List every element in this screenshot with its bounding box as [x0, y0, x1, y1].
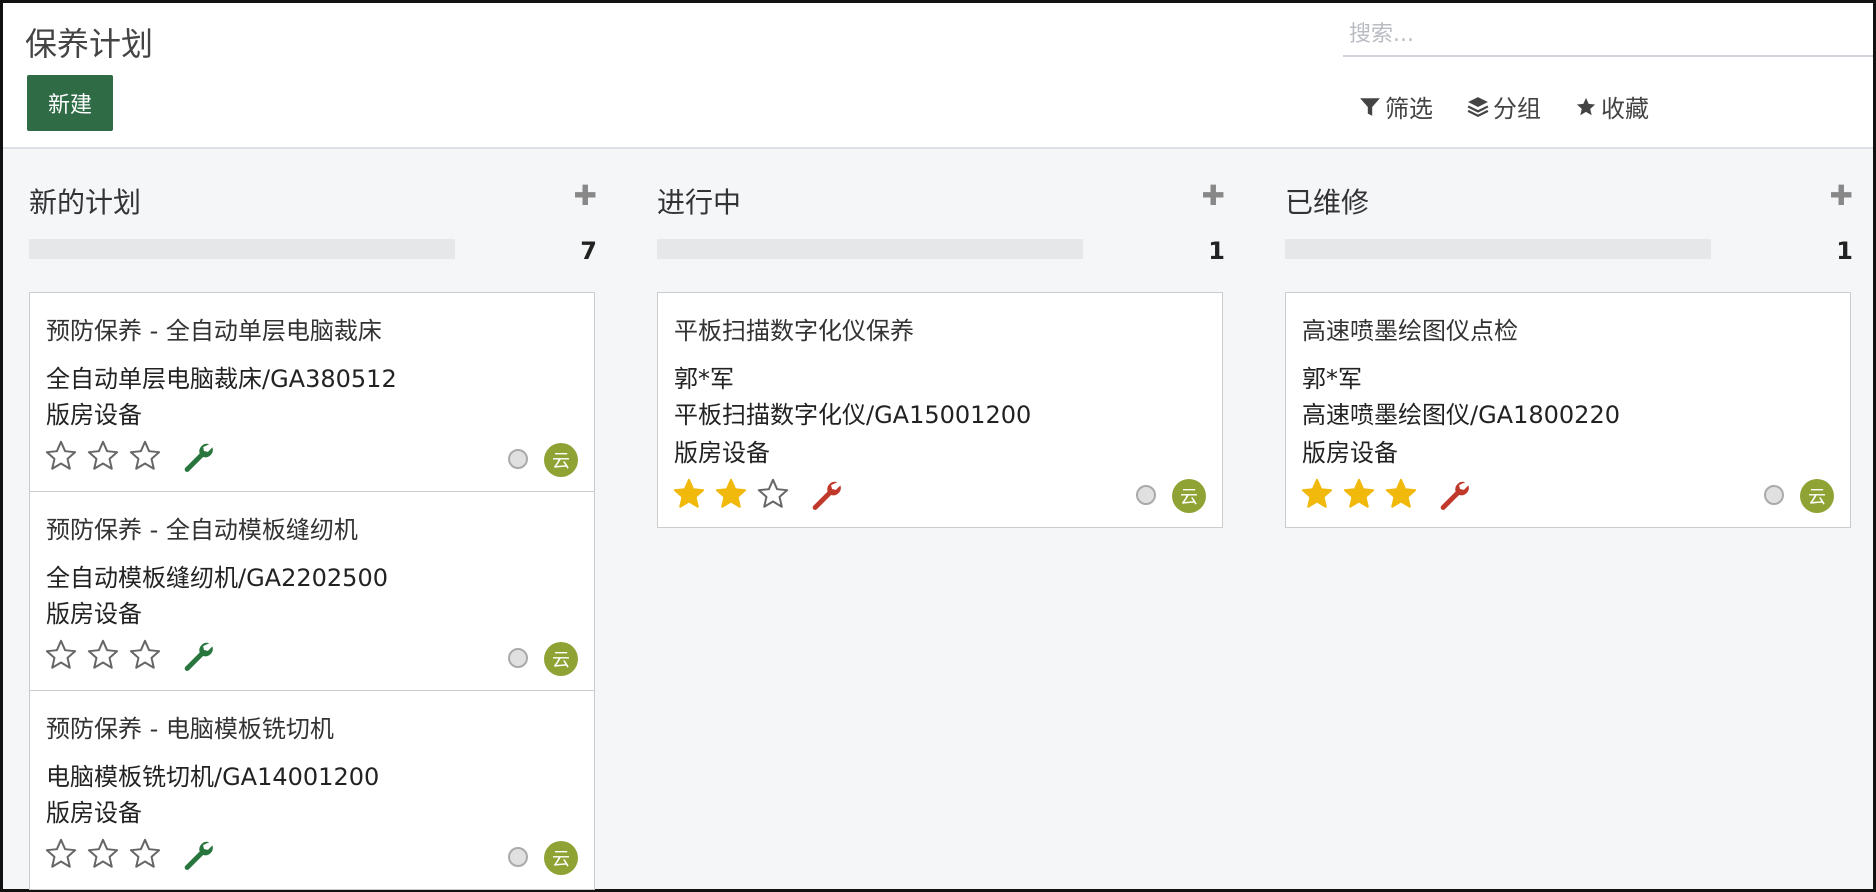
wrench-icon	[812, 481, 841, 510]
priority-widget[interactable]	[44, 837, 162, 871]
star-icon	[1576, 97, 1596, 115]
priority-widget[interactable]	[672, 477, 790, 511]
avatar[interactable]: 云	[544, 841, 578, 875]
avatar[interactable]: 云	[544, 642, 578, 676]
priority-star-icon[interactable]	[128, 837, 162, 871]
column-title: 进行中	[657, 186, 742, 219]
priority-star-icon[interactable]	[756, 477, 790, 511]
card-equipment: 全自动模板缝纫机/GA2202500	[46, 564, 388, 592]
column-header: 新的计划 ✚	[27, 179, 597, 221]
kanban-state-dot[interactable]	[1764, 485, 1784, 505]
priority-star-icon[interactable]	[86, 837, 120, 871]
kanban-state-dot[interactable]	[508, 847, 528, 867]
wrench-icon	[184, 642, 213, 671]
card-technician: 郭*军	[674, 365, 734, 393]
priority-star-icon[interactable]	[672, 477, 706, 511]
wrench-icon	[1440, 481, 1469, 510]
priority-star-icon[interactable]	[44, 837, 78, 871]
card-category: 版房设备	[46, 401, 142, 429]
wrench-icon	[184, 443, 213, 472]
card-category: 版房设备	[46, 799, 142, 827]
priority-star-icon[interactable]	[1384, 477, 1418, 511]
card-equipment: 电脑模板铣切机/GA14001200	[46, 763, 380, 791]
column-count: 7	[580, 237, 597, 265]
kanban-column: 新的计划 ✚ 7 预防保养 - 全自动单层电脑裁床 全自动单层电脑裁床/GA38…	[27, 147, 597, 892]
column-progress-bar[interactable]	[657, 239, 1083, 259]
kanban-column: 进行中 ✚ 1 平板扫描数字化仪保养 郭*军 平板扫描数字化仪/GA150012…	[655, 147, 1225, 892]
priority-widget[interactable]	[1300, 477, 1418, 511]
kanban-state-dot[interactable]	[508, 648, 528, 668]
kanban-card[interactable]: 预防保养 - 全自动单层电脑裁床 全自动单层电脑裁床/GA380512 版房设备…	[29, 292, 595, 492]
priority-star-icon[interactable]	[44, 439, 78, 473]
priority-widget[interactable]	[44, 638, 162, 672]
control-panel: 保养计划 新建 筛选 分组 收藏	[3, 3, 1873, 149]
column-header: 已维修 ✚	[1283, 179, 1853, 221]
card-title: 预防保养 - 电脑模板铣切机	[46, 715, 334, 743]
priority-star-icon[interactable]	[1342, 477, 1376, 511]
quick-create-plus-icon[interactable]: ✚	[1202, 179, 1225, 212]
card-equipment: 高速喷墨绘图仪/GA1800220	[1302, 401, 1620, 429]
priority-star-icon[interactable]	[128, 439, 162, 473]
column-count: 1	[1208, 237, 1225, 265]
column-progress-bar[interactable]	[29, 239, 455, 259]
card-title: 预防保养 - 全自动模板缝纫机	[46, 516, 358, 544]
card-category: 版房设备	[674, 439, 770, 467]
kanban-column: 已维修 ✚ 1 高速喷墨绘图仪点检 郭*军 高速喷墨绘图仪/GA1800220 …	[1283, 147, 1853, 892]
kanban-card[interactable]: 平板扫描数字化仪保养 郭*军 平板扫描数字化仪/GA15001200 版房设备 …	[657, 292, 1223, 528]
group-by-button[interactable]: 分组	[1467, 89, 1541, 124]
filter-button[interactable]: 筛选	[1359, 89, 1433, 124]
group-by-label: 分组	[1493, 95, 1541, 123]
priority-star-icon[interactable]	[128, 638, 162, 672]
new-button[interactable]: 新建	[27, 75, 113, 131]
column-title: 已维修	[1285, 186, 1370, 219]
kanban-board: 新的计划 ✚ 7 预防保养 - 全自动单层电脑裁床 全自动单层电脑裁床/GA38…	[27, 147, 1873, 892]
page-title: 保养计划	[25, 25, 154, 63]
kanban-card[interactable]: 预防保养 - 全自动模板缝纫机 全自动模板缝纫机/GA2202500 版房设备 …	[29, 491, 595, 691]
card-category: 版房设备	[1302, 439, 1398, 467]
quick-create-plus-icon[interactable]: ✚	[574, 179, 597, 212]
card-title: 高速喷墨绘图仪点检	[1302, 317, 1518, 345]
avatar[interactable]: 云	[1800, 479, 1834, 513]
filter-icon	[1360, 97, 1380, 116]
favorites-label: 收藏	[1601, 95, 1649, 123]
card-title: 平板扫描数字化仪保养	[674, 317, 914, 345]
layers-icon	[1467, 96, 1489, 117]
priority-star-icon[interactable]	[714, 477, 748, 511]
column-header: 进行中 ✚	[655, 179, 1225, 221]
card-technician: 郭*军	[1302, 365, 1362, 393]
filter-label: 筛选	[1385, 95, 1433, 123]
priority-star-icon[interactable]	[86, 439, 120, 473]
avatar[interactable]: 云	[544, 443, 578, 477]
column-count: 1	[1836, 237, 1853, 265]
kanban-card[interactable]: 预防保养 - 电脑模板铣切机 电脑模板铣切机/GA14001200 版房设备 云	[29, 690, 595, 890]
avatar[interactable]: 云	[1172, 479, 1206, 513]
search-options: 筛选 分组 收藏	[1359, 89, 1649, 124]
favorites-button[interactable]: 收藏	[1575, 89, 1649, 124]
card-equipment: 全自动单层电脑裁床/GA380512	[46, 365, 397, 393]
card-title: 预防保养 - 全自动单层电脑裁床	[46, 317, 382, 345]
priority-star-icon[interactable]	[44, 638, 78, 672]
card-equipment: 平板扫描数字化仪/GA15001200	[674, 401, 1032, 429]
kanban-state-dot[interactable]	[508, 449, 528, 469]
column-title: 新的计划	[29, 186, 142, 219]
card-category: 版房设备	[46, 600, 142, 628]
wrench-icon	[184, 841, 213, 870]
quick-create-plus-icon[interactable]: ✚	[1830, 179, 1853, 212]
kanban-state-dot[interactable]	[1136, 485, 1156, 505]
priority-star-icon[interactable]	[86, 638, 120, 672]
priority-widget[interactable]	[44, 439, 162, 473]
priority-star-icon[interactable]	[1300, 477, 1334, 511]
kanban-card[interactable]: 高速喷墨绘图仪点检 郭*军 高速喷墨绘图仪/GA1800220 版房设备 云	[1285, 292, 1851, 528]
search-input[interactable]	[1343, 13, 1873, 57]
column-progress-bar[interactable]	[1285, 239, 1711, 259]
